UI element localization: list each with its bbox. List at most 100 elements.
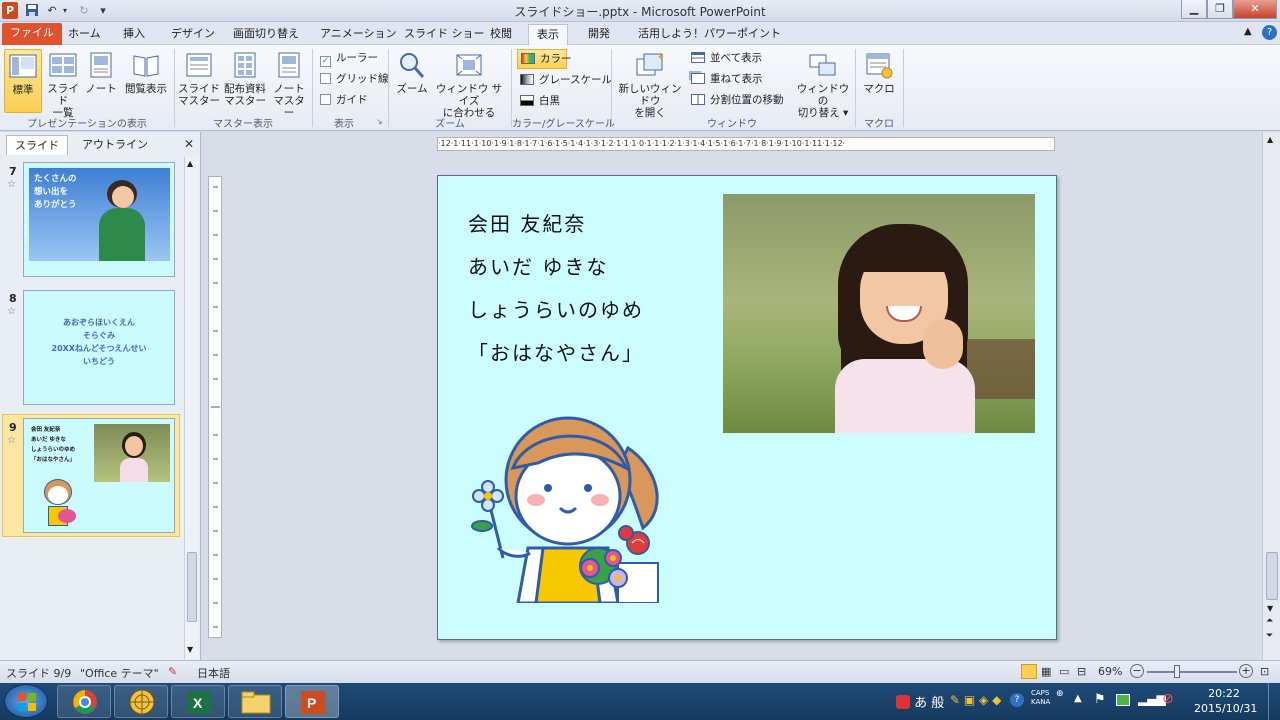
action-center-flag-icon[interactable]: ⚑ bbox=[1094, 692, 1106, 707]
scroll-thumb[interactable] bbox=[187, 552, 197, 622]
horizontal-ruler[interactable]: ·12·1·11·1·10·1·9·1·8·1·7·1·6·1·5·1·4·1·… bbox=[437, 137, 1055, 151]
macros-button[interactable]: マクロ bbox=[860, 49, 898, 113]
notes-master-button[interactable]: ノート マスター bbox=[270, 49, 308, 119]
grayscale-button[interactable]: グレースケール bbox=[520, 71, 612, 91]
slide-name-kanji[interactable]: 会田 友紀奈 bbox=[468, 208, 586, 237]
restore-button[interactable]: ❐ bbox=[1207, 0, 1233, 19]
scroll-up-icon[interactable]: ▲ bbox=[1267, 135, 1273, 144]
photo-hand bbox=[923, 319, 963, 369]
color-button[interactable]: カラー bbox=[517, 49, 572, 69]
ruler-checkbox[interactable]: ✓ ルーラー bbox=[320, 49, 378, 69]
tab-katsuyo[interactable]: 活用しよう！パワーポイント bbox=[630, 24, 789, 45]
zoom-slider[interactable] bbox=[1147, 671, 1237, 673]
close-pane-icon[interactable]: ✕ bbox=[184, 137, 194, 151]
windows-logo-icon bbox=[18, 693, 36, 711]
move-split-button[interactable]: 分割位置の移動 bbox=[691, 91, 784, 111]
slide-master-button[interactable]: スライド マスター bbox=[178, 49, 220, 113]
slide-dream-value[interactable]: 「おはなやさん」 bbox=[468, 337, 644, 366]
florist-illustration[interactable] bbox=[468, 408, 673, 603]
tab-insert[interactable]: 挿入 bbox=[115, 24, 153, 45]
notes-master-icon bbox=[278, 52, 300, 78]
gridlines-checkbox[interactable]: グリッド線 bbox=[320, 70, 389, 90]
slide-thumbnail-7[interactable]: たくさんの 想い出を ありがとう bbox=[23, 162, 175, 277]
show-hidden-icons[interactable]: ▲ bbox=[1074, 693, 1082, 704]
system-clock[interactable]: 20:22 2015/10/31 bbox=[1194, 686, 1257, 716]
language[interactable]: 日本語 bbox=[197, 665, 230, 681]
battery-icon[interactable] bbox=[1116, 694, 1130, 706]
fit-to-window-button[interactable]: ウィンドウ サイズ に合わせる bbox=[432, 49, 506, 119]
slide-sorter-button[interactable]: スライド 一覧 bbox=[44, 49, 82, 119]
black-white-button[interactable]: 白黒 bbox=[520, 92, 560, 112]
minimize-button[interactable]: ▁ bbox=[1181, 0, 1207, 19]
photo-bangs bbox=[855, 232, 953, 272]
taskbar-explorer[interactable] bbox=[228, 685, 282, 718]
slide-dream-label[interactable]: しょうらいのゆめ bbox=[468, 294, 644, 323]
checkbox-unchecked-icon bbox=[320, 73, 331, 84]
ime-indicator[interactable]: あ 般 bbox=[896, 692, 944, 711]
tab-transitions[interactable]: 画面切り替え bbox=[225, 24, 307, 45]
zoom-slider-thumb[interactable] bbox=[1174, 665, 1180, 678]
taskbar-excel[interactable]: X bbox=[171, 685, 225, 718]
new-window-button[interactable]: ✦ 新しいウィンドウ を開く bbox=[614, 49, 686, 119]
cascade-button[interactable]: 重ねて表示 bbox=[691, 70, 763, 90]
fit-slide-icon[interactable]: ⊡ bbox=[1260, 665, 1269, 678]
taskbar-chrome[interactable] bbox=[57, 685, 111, 718]
current-slide[interactable]: 会田 友紀奈 あいだ ゆきな しょうらいのゆめ 「おはなやさん」 bbox=[437, 175, 1057, 640]
tab-developer[interactable]: 開発 bbox=[580, 24, 618, 45]
tab-animations[interactable]: アニメーション bbox=[312, 24, 405, 45]
tab-file[interactable]: ファイル bbox=[2, 23, 62, 45]
editor-vertical-scrollbar[interactable]: ▲ ▼ ⏶ ⏷ bbox=[1262, 132, 1280, 660]
reading-view-button[interactable]: 閲覧表示 bbox=[121, 49, 171, 113]
taskbar-target-app[interactable] bbox=[114, 685, 168, 718]
vertical-ruler[interactable] bbox=[208, 176, 222, 638]
normal-view-button[interactable]: 標準 bbox=[4, 49, 42, 113]
help-icon[interactable]: ? bbox=[1262, 25, 1277, 40]
start-button[interactable] bbox=[4, 684, 48, 718]
svg-text:✦: ✦ bbox=[657, 53, 665, 63]
close-button[interactable]: ✕ bbox=[1233, 0, 1277, 19]
scroll-down-icon[interactable]: ▼ bbox=[187, 645, 193, 654]
handout-master-button[interactable]: 配布資料 マスター bbox=[222, 49, 268, 113]
slideshow-status-icon[interactable]: ⊟ bbox=[1077, 665, 1086, 678]
taskbar-powerpoint[interactable]: P bbox=[285, 685, 339, 718]
notes-page-button[interactable]: ノート bbox=[84, 49, 118, 113]
collapse-ribbon-icon[interactable]: ▲ bbox=[1244, 26, 1252, 37]
tab-slideshow[interactable]: スライド ショー bbox=[396, 24, 493, 45]
normal-view-status-icon[interactable] bbox=[1021, 664, 1037, 679]
switch-windows-button[interactable]: ウィンドウの 切り替え ▾ bbox=[794, 49, 852, 119]
slide-name-kana[interactable]: あいだ ゆきな bbox=[468, 251, 608, 280]
previous-slide-icon[interactable]: ⏶ bbox=[1266, 616, 1273, 626]
scroll-up-icon[interactable]: ▲ bbox=[187, 159, 193, 168]
slide-thumbnail-9[interactable]: 会田 友紀奈 あいだ ゆきな しょうらいのゆめ 「おはなやさん」 bbox=[23, 418, 175, 533]
arrange-all-button[interactable]: 並べて表示 bbox=[691, 49, 762, 69]
zoom-level[interactable]: 69% bbox=[1098, 665, 1122, 678]
guides-checkbox[interactable]: ガイド bbox=[320, 91, 368, 111]
ime-tools-icon[interactable]: ✎ ▣ ◈ ◆ bbox=[950, 693, 1001, 707]
tab-outline-pane[interactable]: アウトライン bbox=[74, 135, 156, 155]
reading-view-status-icon[interactable]: ▭ bbox=[1059, 665, 1069, 678]
thumbnail-text-7: たくさんの 想い出を ありがとう bbox=[34, 174, 77, 210]
scroll-down-icon[interactable]: ▼ bbox=[1267, 604, 1273, 613]
show-desktop-button[interactable] bbox=[1268, 683, 1280, 720]
tab-slides-pane[interactable]: スライド bbox=[6, 135, 68, 155]
tab-home[interactable]: ホーム bbox=[60, 24, 109, 45]
slide-thumbnail-8[interactable]: あおぞらほいくえん そらぐみ 20XXねんどそつえんせい いちどう bbox=[23, 290, 175, 405]
child-photo[interactable] bbox=[723, 194, 1035, 433]
dialog-launcher-icon[interactable]: ↘ bbox=[376, 117, 383, 126]
slide-number: 9 bbox=[9, 421, 17, 434]
tab-view[interactable]: 表示 bbox=[528, 24, 568, 46]
scroll-thumb[interactable] bbox=[1266, 552, 1278, 600]
tab-review[interactable]: 校閲 bbox=[482, 24, 520, 45]
zoom-in-icon[interactable]: + bbox=[1239, 664, 1253, 678]
tray-expand-icon[interactable]: ⊕ bbox=[1056, 689, 1064, 699]
ime-help-icon[interactable]: ? bbox=[1010, 693, 1024, 707]
slides-pane-scrollbar[interactable]: ▲ ▼ bbox=[184, 157, 198, 659]
next-slide-icon[interactable]: ⏷ bbox=[1266, 631, 1273, 641]
slide-sorter-status-icon[interactable]: ▦ bbox=[1041, 665, 1051, 678]
volume-muted-icon[interactable]: ⊘ bbox=[1162, 691, 1174, 707]
spellcheck-icon[interactable]: ✎ bbox=[168, 665, 177, 678]
tab-design[interactable]: デザイン bbox=[163, 24, 223, 45]
folder-icon bbox=[241, 691, 271, 714]
zoom-out-icon[interactable]: − bbox=[1130, 664, 1144, 678]
zoom-button[interactable]: ズーム bbox=[394, 49, 430, 113]
